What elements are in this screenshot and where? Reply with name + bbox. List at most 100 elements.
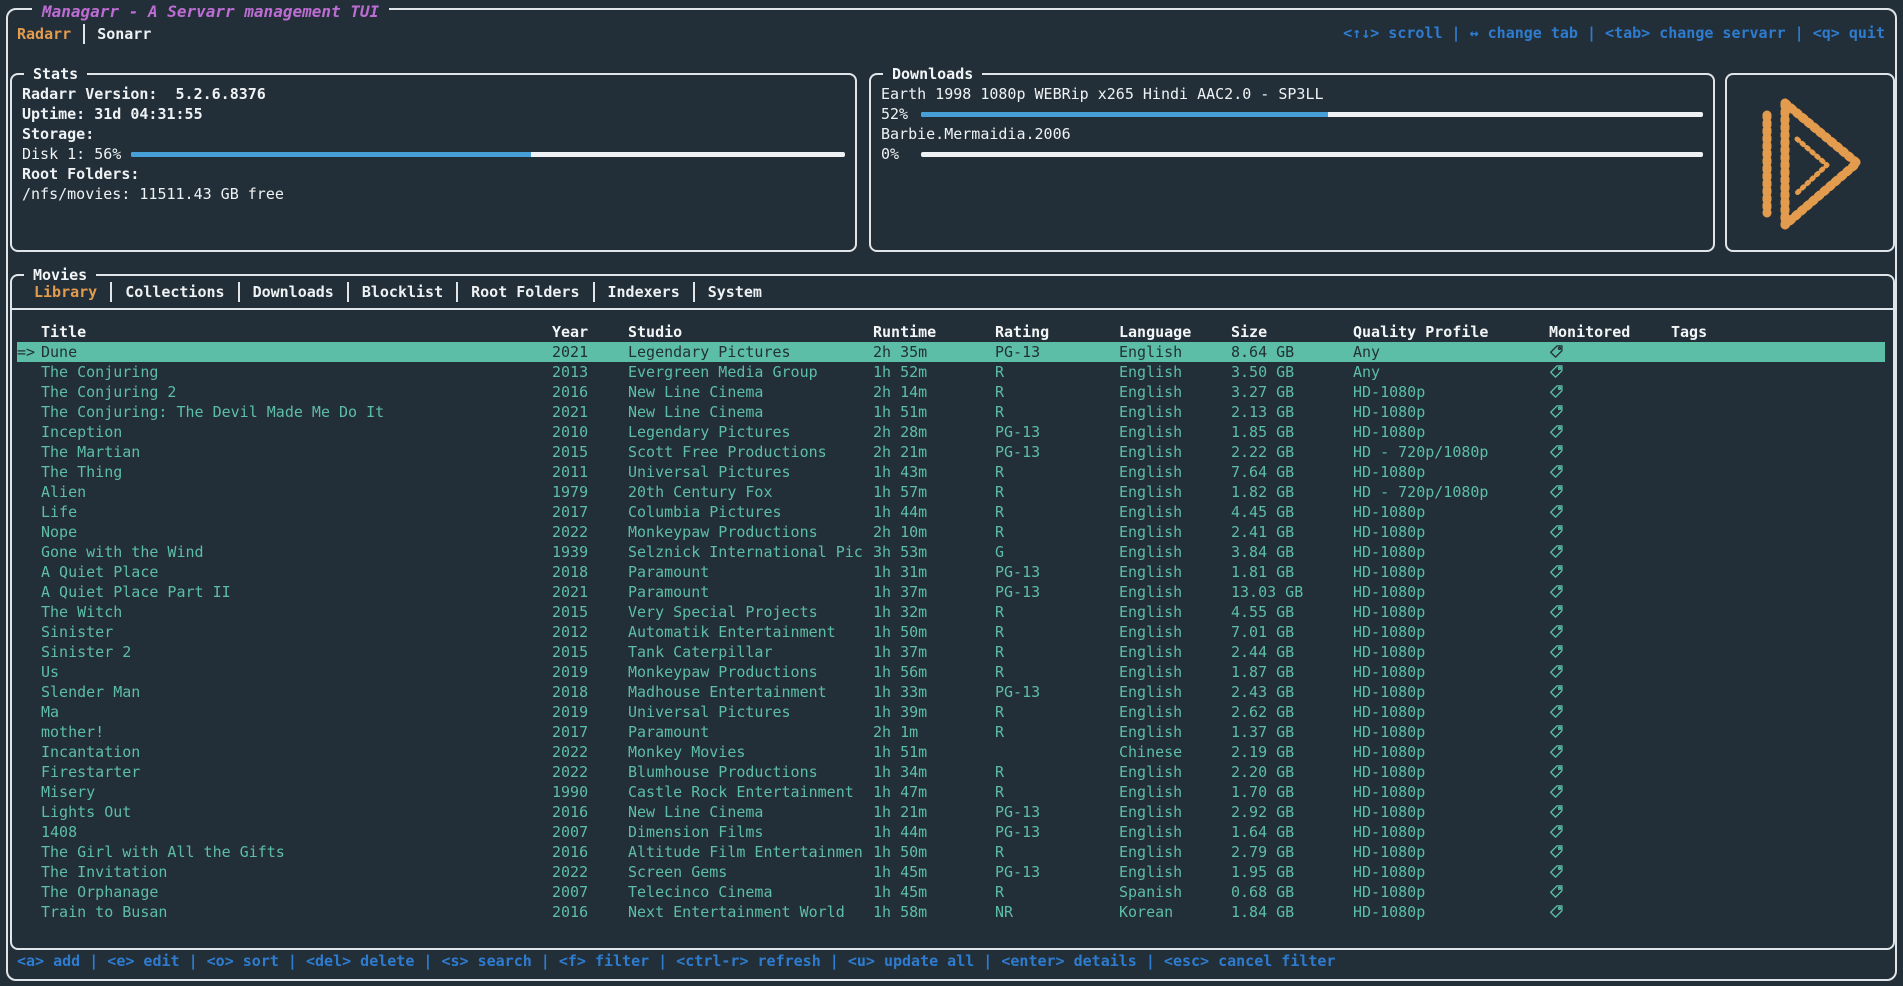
- movie-row[interactable]: Inception2010Legendary Pictures2h 28mPG-…: [17, 422, 1885, 442]
- movie-year: 2022: [552, 762, 628, 782]
- movie-row[interactable]: The Conjuring: The Devil Made Me Do It20…: [17, 402, 1885, 422]
- row-selection-marker: [17, 742, 41, 762]
- movie-year: 2019: [552, 702, 628, 722]
- movie-row[interactable]: Nope2022Monkeypaw Productions2h 10mREngl…: [17, 522, 1885, 542]
- movie-runtime: 1h 57m: [873, 482, 995, 502]
- download-item-percent: 0%: [881, 144, 911, 164]
- movie-tags: [1671, 682, 1885, 702]
- movie-row[interactable]: Sinister 22015Tank Caterpillar1h 37mREng…: [17, 642, 1885, 662]
- servarr-tab-sonarr[interactable]: Sonarr: [97, 25, 151, 43]
- movie-row[interactable]: Life2017Columbia Pictures1h 44mREnglish4…: [17, 502, 1885, 522]
- movie-row[interactable]: The Conjuring2013Evergreen Media Group1h…: [17, 362, 1885, 382]
- stats-panel: Stats Radarr Version: 5.2.6.8376 Uptime:…: [10, 73, 857, 252]
- movie-row[interactable]: The Girl with All the Gifts2016Altitude …: [17, 842, 1885, 862]
- movie-row[interactable]: The Martian2015Scott Free Productions2h …: [17, 442, 1885, 462]
- movie-rating: PG-13: [995, 562, 1119, 582]
- movie-studio: Columbia Pictures: [628, 502, 873, 522]
- monitored-bookmark-icon: [1549, 762, 1671, 782]
- movie-row[interactable]: A Quiet Place2018Paramount1h 31mPG-13Eng…: [17, 562, 1885, 582]
- movie-row[interactable]: Ma2019Universal Pictures1h 39mREnglish2.…: [17, 702, 1885, 722]
- servarr-tabs: Radarr Sonarr: [17, 23, 151, 45]
- movie-runtime: 1h 34m: [873, 762, 995, 782]
- movie-quality-profile: HD-1080p: [1353, 502, 1549, 522]
- row-selection-marker: [17, 682, 41, 702]
- monitored-bookmark-icon: [1549, 902, 1671, 922]
- movie-tags: [1671, 442, 1885, 462]
- movie-language: English: [1119, 842, 1231, 862]
- movie-runtime: 2h 1m: [873, 722, 995, 742]
- movie-rating: PG-13: [995, 442, 1119, 462]
- movie-runtime: 3h 53m: [873, 542, 995, 562]
- app-title: Managarr - A Servarr management TUI: [32, 2, 389, 22]
- stats-panel-title: Stats: [24, 64, 87, 84]
- movie-row[interactable]: The Invitation2022Screen Gems1h 45mPG-13…: [17, 862, 1885, 882]
- movies-tab-library[interactable]: Library: [21, 283, 110, 301]
- movie-rating: PG-13: [995, 822, 1119, 842]
- movie-tags: [1671, 802, 1885, 822]
- movie-tags: [1671, 822, 1885, 842]
- movie-quality-profile: HD-1080p: [1353, 762, 1549, 782]
- movie-row[interactable]: The Conjuring 22016New Line Cinema2h 14m…: [17, 382, 1885, 402]
- movie-rating: R: [995, 622, 1119, 642]
- movie-row[interactable]: =>Dune2021Legendary Pictures2h 35mPG-13E…: [17, 342, 1885, 362]
- movies-tab-blocklist[interactable]: Blocklist: [349, 283, 456, 301]
- movie-size: 2.44 GB: [1231, 642, 1353, 662]
- row-selection-marker: [17, 442, 41, 462]
- movie-runtime: 1h 31m: [873, 562, 995, 582]
- movie-row[interactable]: 14082007Dimension Films1h 44mPG-13Englis…: [17, 822, 1885, 842]
- movie-tags: [1671, 762, 1885, 782]
- movie-studio: Altitude Film Entertainmen: [628, 842, 873, 862]
- movie-row[interactable]: mother!2017Paramount2h 1mREnglish1.37 GB…: [17, 722, 1885, 742]
- disk-usage-line: Disk 1: 56%: [22, 144, 845, 164]
- movie-row[interactable]: Firestarter2022Blumhouse Productions1h 3…: [17, 762, 1885, 782]
- movie-row[interactable]: Us2019Monkeypaw Productions1h 56mREnglis…: [17, 662, 1885, 682]
- movie-row[interactable]: The Orphanage2007Telecinco Cinema1h 45mR…: [17, 882, 1885, 902]
- movie-studio: Universal Pictures: [628, 462, 873, 482]
- download-item-progress-line: 52%: [881, 104, 1703, 124]
- row-selection-marker: [17, 362, 41, 382]
- movies-tab-downloads[interactable]: Downloads: [240, 283, 347, 301]
- movie-runtime: 2h 14m: [873, 382, 995, 402]
- movie-year: 2011: [552, 462, 628, 482]
- movie-row[interactable]: Gone with the Wind1939Selznick Internati…: [17, 542, 1885, 562]
- movie-rating: PG-13: [995, 682, 1119, 702]
- movie-row[interactable]: Train to Busan2016Next Entertainment Wor…: [17, 902, 1885, 922]
- movie-studio: New Line Cinema: [628, 402, 873, 422]
- movies-tab-root-folders[interactable]: Root Folders: [458, 283, 592, 301]
- movie-row[interactable]: Slender Man2018Madhouse Entertainment1h …: [17, 682, 1885, 702]
- movie-size: 0.68 GB: [1231, 882, 1353, 902]
- movie-tags: [1671, 522, 1885, 542]
- movie-row[interactable]: The Witch2015Very Special Projects1h 32m…: [17, 602, 1885, 622]
- row-selection-marker: [17, 862, 41, 882]
- movie-table-body: =>Dune2021Legendary Pictures2h 35mPG-13E…: [12, 342, 1893, 922]
- movie-row[interactable]: Lights Out2016New Line Cinema1h 21mPG-13…: [17, 802, 1885, 822]
- movie-studio: Blumhouse Productions: [628, 762, 873, 782]
- movie-row[interactable]: Incantation2022Monkey Movies1h 51mChines…: [17, 742, 1885, 762]
- movie-rating: [995, 742, 1119, 762]
- movie-year: 2016: [552, 842, 628, 862]
- row-selection-marker: [17, 622, 41, 642]
- movie-language: Korean: [1119, 902, 1231, 922]
- movie-tags: [1671, 602, 1885, 622]
- download-item-progressbar: [921, 112, 1703, 117]
- movie-quality-profile: HD-1080p: [1353, 682, 1549, 702]
- movie-studio: Legendary Pictures: [628, 422, 873, 442]
- movie-quality-profile: HD-1080p: [1353, 622, 1549, 642]
- movie-row[interactable]: Misery1990Castle Rock Entertainment1h 47…: [17, 782, 1885, 802]
- movie-row[interactable]: The Thing2011Universal Pictures1h 43mREn…: [17, 462, 1885, 482]
- movie-row[interactable]: A Quiet Place Part II2021Paramount1h 37m…: [17, 582, 1885, 602]
- servarr-tab-radarr[interactable]: Radarr: [17, 25, 71, 43]
- movies-tab-indexers[interactable]: Indexers: [595, 283, 693, 301]
- movie-row[interactable]: Sinister2012Automatik Entertainment1h 50…: [17, 622, 1885, 642]
- movie-runtime: 1h 56m: [873, 662, 995, 682]
- movie-row[interactable]: Alien197920th Century Fox1h 57mREnglish1…: [17, 482, 1885, 502]
- movie-runtime: 1h 32m: [873, 602, 995, 622]
- movie-size: 3.50 GB: [1231, 362, 1353, 382]
- movie-studio: Scott Free Productions: [628, 442, 873, 462]
- movie-quality-profile: HD-1080p: [1353, 382, 1549, 402]
- monitored-bookmark-icon: [1549, 342, 1671, 362]
- movies-tab-system[interactable]: System: [695, 283, 775, 301]
- movies-tab-collections[interactable]: Collections: [112, 283, 237, 301]
- movie-rating: R: [995, 602, 1119, 622]
- movie-studio: Selznick International Pic: [628, 542, 873, 562]
